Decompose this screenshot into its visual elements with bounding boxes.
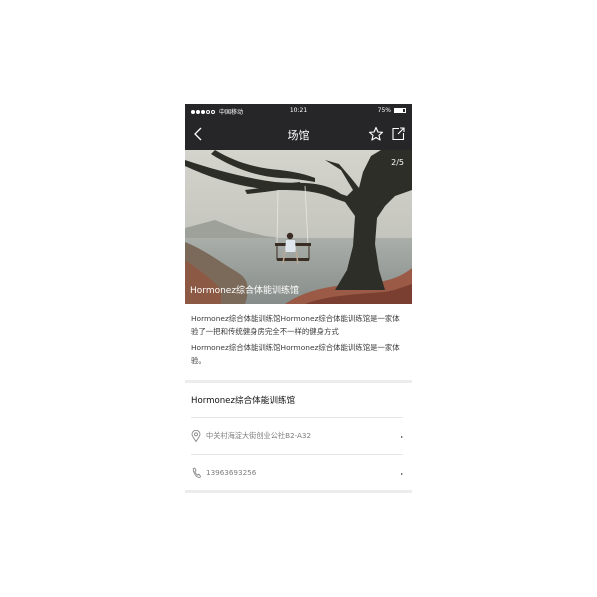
venue-photo [185, 150, 412, 304]
nav-bar: 场馆 [185, 118, 412, 150]
star-icon [368, 126, 384, 141]
battery-icon [394, 108, 406, 113]
photo-counter: 2/5 [391, 158, 404, 167]
share-icon [392, 127, 405, 141]
description-paragraph: Hormonez综合体能训练馆Hormonez综合体能训练馆是一家体验。 [191, 343, 400, 365]
location-pin-icon [191, 430, 201, 442]
favorite-button[interactable] [368, 126, 384, 142]
divider [191, 417, 403, 418]
battery-percent: 75% [377, 107, 391, 114]
phone-screen: 中国移动 10:21 75% 场馆 2/5 Hormonez综合体能训练馆 Ho… [185, 104, 412, 494]
address-text: 中关村海淀大街创业公社B2-A32 [206, 431, 312, 440]
venue-description: Hormonez综合体能训练馆Hormonez综合体能训练馆是一家体验了一把和传… [191, 312, 407, 370]
battery-status: 75% [378, 107, 406, 114]
status-bar: 中国移动 10:21 75% [185, 104, 412, 118]
chevron-right-icon [401, 436, 403, 438]
description-paragraph: Hormonez综合体能训练馆Hormonez综合体能训练馆是一家体验了一把和传… [191, 314, 400, 336]
photo-carousel[interactable]: 2/5 Hormonez综合体能训练馆 [185, 150, 412, 304]
phone-number: 13963693256 [206, 468, 257, 477]
share-button[interactable] [390, 126, 406, 142]
photo-caption: Hormonez综合体能训练馆 [190, 286, 300, 296]
battery-fill [395, 109, 403, 112]
address-row[interactable]: 中关村海淀大街创业公社B2-A32 [185, 422, 412, 450]
phone-icon [192, 467, 201, 479]
divider [191, 454, 403, 455]
phone-row[interactable]: 13963693256 [185, 459, 412, 487]
section-divider [185, 490, 412, 493]
venue-name: Hormonez综合体能训练馆 [191, 396, 296, 406]
section-divider [185, 380, 412, 383]
chevron-right-icon [401, 473, 403, 475]
